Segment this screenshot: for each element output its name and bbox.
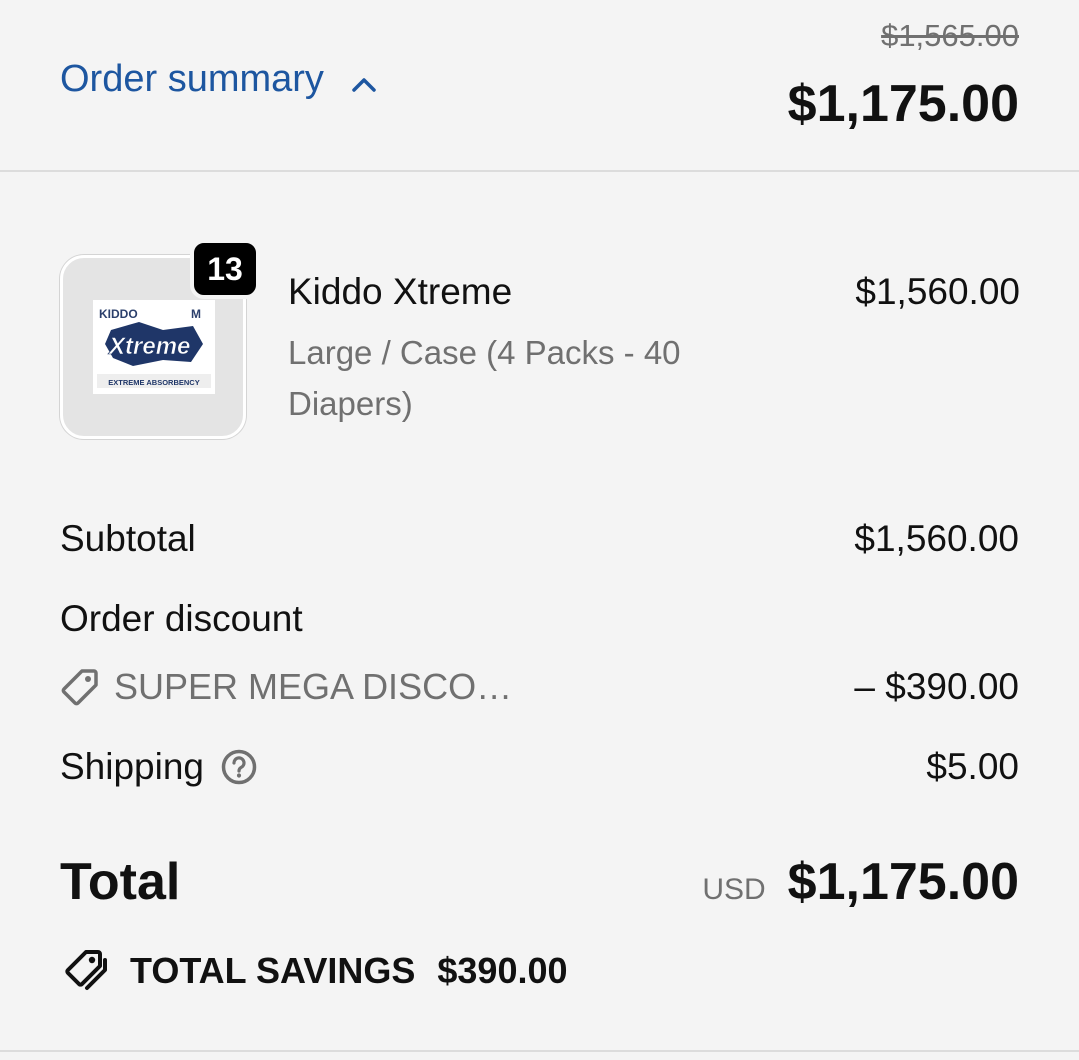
total-row: Total USD $1,175.00 <box>60 852 1019 912</box>
order-discount-label: Order discount <box>60 598 303 639</box>
item-price: $1,560.00 <box>855 271 1020 312</box>
bottom-divider <box>0 1050 1079 1052</box>
chevron-up-icon <box>350 66 378 94</box>
quantity-badge: 13 <box>190 239 260 299</box>
discount-value: – $390.00 <box>854 666 1019 707</box>
order-discount-row: Order discount <box>60 598 1019 640</box>
discount-code-row: SUPER MEGA DISCO… – $390.00 <box>60 666 1019 708</box>
svg-text:KIDDO: KIDDO <box>99 307 138 321</box>
subtotal-value: $1,560.00 <box>854 518 1019 559</box>
item-variant: Large / Case (4 Packs - 40 Diapers) <box>288 334 681 422</box>
shipping-row: Shipping $5.00 <box>60 746 1019 788</box>
discount-code: SUPER MEGA DISCO… <box>114 666 513 707</box>
total-amount: $1,175.00 <box>787 853 1019 911</box>
item-title: Kiddo Xtreme <box>288 271 513 312</box>
total-savings: TOTAL SAVINGS $390.00 <box>60 948 568 994</box>
original-price: $1,565.00 <box>881 18 1019 53</box>
help-icon[interactable] <box>220 748 258 786</box>
svg-text:Xtreme: Xtreme <box>107 333 190 360</box>
total-savings-amount: $390.00 <box>437 950 568 991</box>
order-summary-label: Order summary <box>60 58 324 100</box>
subtotal-row: Subtotal $1,560.00 <box>60 518 1019 560</box>
svg-text:M: M <box>191 307 201 321</box>
shipping-value: $5.00 <box>926 746 1019 787</box>
tags-icon <box>60 948 110 994</box>
currency-code: USD <box>702 873 766 906</box>
product-package-image: KIDDO M Xtreme EXTREME ABSORBENCY <box>93 300 215 394</box>
header-total-price: $1,175.00 <box>787 75 1019 133</box>
shipping-label: Shipping <box>60 746 205 787</box>
subtotal-label: Subtotal <box>60 518 196 559</box>
svg-text:EXTREME ABSORBENCY: EXTREME ABSORBENCY <box>108 378 199 387</box>
line-item: KIDDO M Xtreme EXTREME ABSORBENCY 13 Kid… <box>60 239 1020 445</box>
total-label: Total <box>60 853 181 911</box>
order-summary-toggle[interactable]: Order summary <box>60 58 378 101</box>
tag-icon <box>60 667 100 707</box>
order-summary-header: Order summary $1,565.00 $1,175.00 <box>0 0 1079 172</box>
total-savings-label: TOTAL SAVINGS <box>130 950 416 991</box>
